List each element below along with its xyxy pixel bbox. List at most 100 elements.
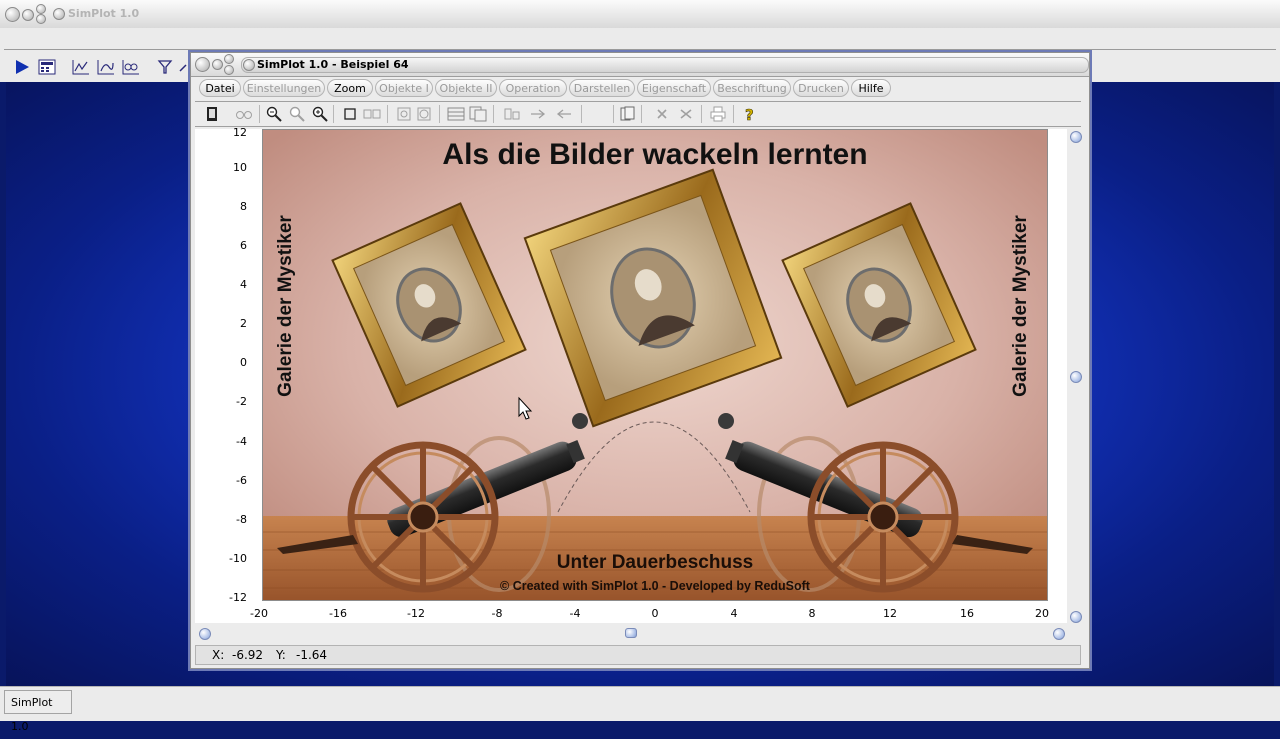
x-tick-label: -8 <box>491 607 503 620</box>
menu-darstellen[interactable]: Darstellen <box>569 79 635 97</box>
doc-close-button[interactable] <box>195 57 210 72</box>
frame-out-icon[interactable] <box>415 105 433 123</box>
extra-tool-icon[interactable] <box>178 58 188 76</box>
toolbar-separator <box>733 105 734 123</box>
scroll-left-button[interactable] <box>199 628 211 640</box>
help-icon[interactable]: ? <box>741 105 759 123</box>
menu-eigenschaft[interactable]: Eigenschaft <box>637 79 711 97</box>
close-window-button[interactable] <box>5 7 20 22</box>
menu-label: Beschriftung <box>717 82 787 95</box>
document-window: SimPlot 1.0 - Beispiel 64 Datei Einstell… <box>190 52 1090 669</box>
y-tick-label: -4 <box>236 435 247 448</box>
scroll-up-button[interactable] <box>1070 131 1082 143</box>
plot-panel[interactable]: 12 10 8 6 4 2 0 -2 -4 -6 -8 -10 -12 -20 … <box>195 126 1067 623</box>
plot-credit: © Created with SimPlot 1.0 - Developed b… <box>500 579 811 593</box>
split-icon[interactable] <box>503 105 521 123</box>
print-icon[interactable] <box>709 105 727 123</box>
menu-label: Objekte II <box>439 82 493 95</box>
zoom-in-icon[interactable] <box>311 105 329 123</box>
table-graph-icon[interactable] <box>122 58 140 76</box>
arrow-right-icon[interactable] <box>529 105 547 123</box>
arrow-left-icon[interactable] <box>555 105 573 123</box>
menu-hilfe[interactable]: Hilfe <box>851 79 891 97</box>
plot-image[interactable]: Als die Bilder wackeln lernten Galerie d… <box>262 129 1048 601</box>
menu-drucken[interactable]: Drucken <box>793 79 849 97</box>
calculator-icon[interactable] <box>38 58 56 76</box>
frame-in-icon[interactable] <box>395 105 413 123</box>
copy-table-icon[interactable] <box>469 105 487 123</box>
doc-restore-button[interactable] <box>224 65 234 75</box>
scroll-right-button[interactable] <box>1053 628 1065 640</box>
dual-rectangle-icon[interactable] <box>363 105 381 123</box>
main-titlebar: SimPlot 1.0 <box>0 0 1280 29</box>
y-tick-label: -12 <box>229 591 247 604</box>
menu-label: Hilfe <box>858 82 884 95</box>
x-tick-label: 16 <box>960 607 974 620</box>
menu-label: Einstellungen <box>246 82 322 95</box>
menu-label: Drucken <box>798 82 844 95</box>
doc-window-menu-button[interactable] <box>243 59 255 71</box>
menu-label: Zoom <box>334 82 366 95</box>
y-tick-label: 10 <box>233 161 247 174</box>
menu-objekte-1[interactable]: Objekte I <box>375 79 433 97</box>
side-label-left: Galerie der Mystiker <box>275 215 296 397</box>
menu-datei[interactable]: Datei <box>199 79 241 97</box>
document-title: SimPlot 1.0 - Beispiel 64 <box>257 58 409 71</box>
x-tick-label: -4 <box>569 607 581 620</box>
restore-window-button[interactable] <box>36 14 46 24</box>
coordinate-readout: X: -6.92 Y: -1.64 <box>195 645 1081 665</box>
zoom-icon[interactable] <box>288 105 306 123</box>
menu-label: Objekte I <box>379 82 429 95</box>
x-coord-value: -6.92 <box>232 648 264 662</box>
document-toolbar: ? <box>195 101 1081 127</box>
menu-beschriftung[interactable]: Beschriftung <box>713 79 791 97</box>
delete-all-icon[interactable] <box>677 105 695 123</box>
doc-minimize-button[interactable] <box>212 59 223 70</box>
rectangle-icon[interactable] <box>341 105 359 123</box>
minimize-window-button[interactable] <box>22 9 34 21</box>
x-tick-label: 4 <box>730 607 738 620</box>
vertical-scroll-thumb[interactable] <box>1070 371 1082 383</box>
toolbar-separator <box>613 105 614 123</box>
menu-zoom[interactable]: Zoom <box>327 79 373 97</box>
glasses-icon[interactable] <box>235 105 253 123</box>
window-menu-button[interactable] <box>53 8 65 20</box>
toolbar-separator <box>641 105 642 123</box>
function-graph-icon[interactable] <box>72 58 90 76</box>
pages-icon[interactable] <box>619 105 637 123</box>
menu-bar: Datei Einstellungen Zoom Objekte I Objek… <box>199 79 1079 99</box>
menu-label: Datei <box>205 82 235 95</box>
y-tick-label: 4 <box>240 278 247 291</box>
document-titlebar: SimPlot 1.0 - Beispiel 64 <box>191 53 1089 77</box>
y-coord-value: -1.64 <box>296 648 328 662</box>
scroll-down-button[interactable] <box>1070 611 1082 623</box>
y-coord-label: Y: <box>276 648 286 662</box>
run-icon[interactable] <box>13 58 31 76</box>
doc-maximize-button[interactable] <box>224 54 234 64</box>
filter-icon[interactable] <box>156 58 174 76</box>
device-icon[interactable] <box>203 105 221 123</box>
taskbar: SimPlot 1.0 <box>0 686 1280 733</box>
menu-label: Eigenschaft <box>641 82 707 95</box>
taskbar-item-simplot[interactable]: SimPlot 1.0 <box>4 690 72 733</box>
y-tick-label: -2 <box>236 395 247 408</box>
vertical-scrollbar[interactable] <box>1067 129 1085 623</box>
menu-label: Operation <box>505 82 561 95</box>
menu-objekte-2[interactable]: Objekte II <box>435 79 497 97</box>
toolbar-separator <box>387 105 388 123</box>
svg-text:?: ? <box>745 106 754 122</box>
menu-label: Darstellen <box>573 82 631 95</box>
y-tick-label: 12 <box>233 126 247 139</box>
parametric-graph-icon[interactable] <box>97 58 115 76</box>
zoom-out-icon[interactable] <box>265 105 283 123</box>
horizontal-scroll-thumb[interactable] <box>625 628 637 638</box>
table-icon[interactable] <box>447 105 465 123</box>
x-tick-label: 20 <box>1035 607 1049 620</box>
menu-einstellungen[interactable]: Einstellungen <box>243 79 325 97</box>
plot-title: Als die Bilder wackeln lernten <box>442 138 867 171</box>
menu-operation[interactable]: Operation <box>499 79 567 97</box>
delete-icon[interactable] <box>653 105 671 123</box>
maximize-window-button[interactable] <box>36 4 46 14</box>
horizontal-scrollbar[interactable] <box>195 625 1067 643</box>
y-tick-label: -10 <box>229 552 247 565</box>
